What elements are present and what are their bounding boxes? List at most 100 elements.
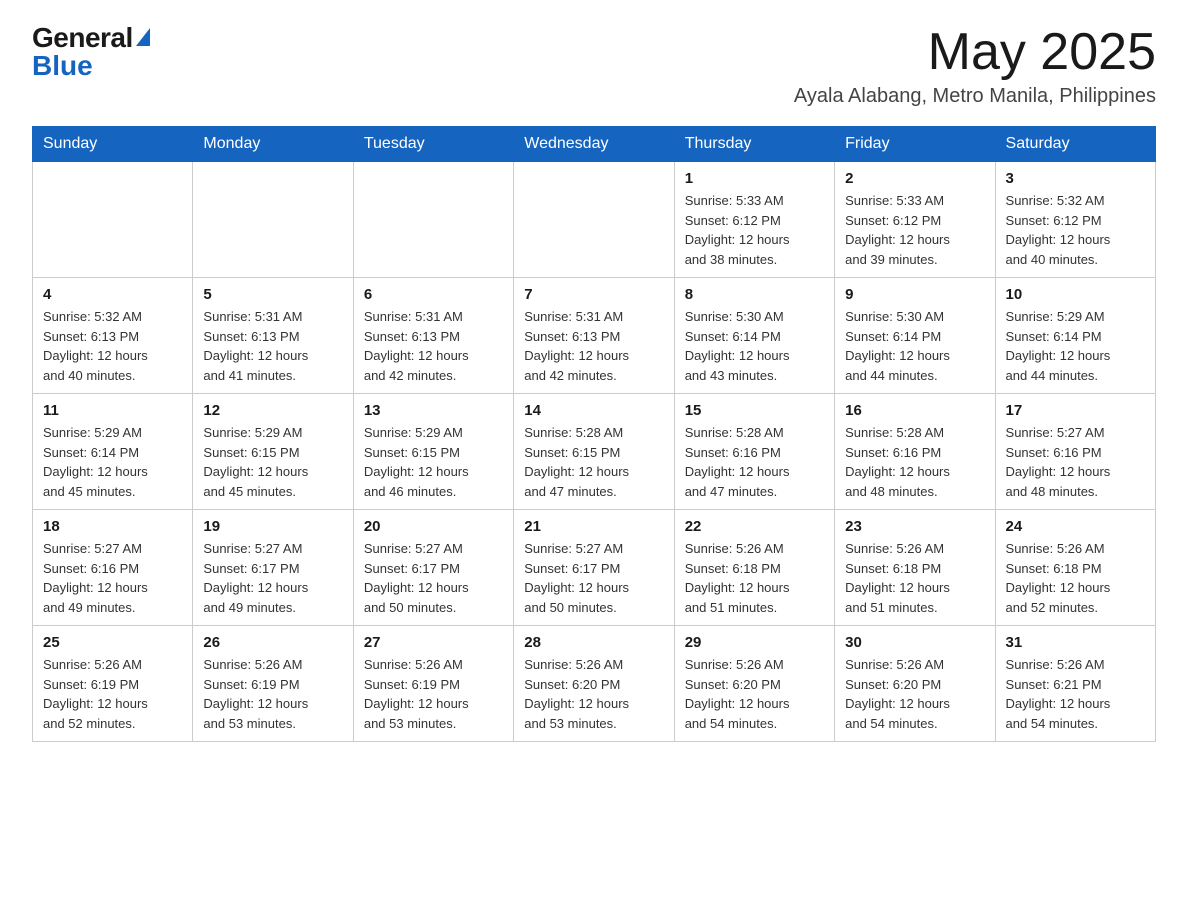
day-info: Sunrise: 5:27 AM Sunset: 6:16 PM Dayligh… xyxy=(1006,423,1145,501)
calendar-cell: 18 Sunrise: 5:27 AM Sunset: 6:16 PM Dayli… xyxy=(33,510,193,626)
day-info: Sunrise: 5:27 AM Sunset: 6:17 PM Dayligh… xyxy=(524,539,663,617)
day-number: 18 xyxy=(43,518,182,535)
day-info: Sunrise: 5:27 AM Sunset: 6:16 PM Dayligh… xyxy=(43,539,182,617)
day-number: 15 xyxy=(685,402,824,419)
calendar-cell: 25 Sunrise: 5:26 AM Sunset: 6:19 PM Dayli… xyxy=(33,626,193,742)
calendar-cell: 12Sunrise: 5:29 AM Sunset: 6:15 PM Dayli… xyxy=(193,394,353,510)
calendar-cell xyxy=(193,162,353,278)
day-number: 22 xyxy=(685,518,824,535)
calendar-week-row: 4Sunrise: 5:32 AM Sunset: 6:13 PM Daylig… xyxy=(33,278,1156,394)
logo-triangle-icon xyxy=(136,28,150,46)
day-info: Sunrise: 5:26 AM Sunset: 6:19 PM Dayligh… xyxy=(203,655,342,733)
day-number: 8 xyxy=(685,286,824,303)
calendar-header-friday: Friday xyxy=(835,127,995,162)
day-number: 27 xyxy=(364,634,503,651)
day-number: 6 xyxy=(364,286,503,303)
calendar-header-monday: Monday xyxy=(193,127,353,162)
day-number: 3 xyxy=(1006,170,1145,187)
day-info: Sunrise: 5:29 AM Sunset: 6:14 PM Dayligh… xyxy=(43,423,182,501)
logo: General Blue xyxy=(32,24,150,80)
day-number: 2 xyxy=(845,170,984,187)
day-number: 11 xyxy=(43,402,182,419)
calendar-table: SundayMondayTuesdayWednesdayThursdayFrid… xyxy=(32,126,1156,742)
page-header: General Blue May 2025 Ayala Alabang, Met… xyxy=(32,24,1156,108)
day-info: Sunrise: 5:31 AM Sunset: 6:13 PM Dayligh… xyxy=(524,307,663,385)
calendar-cell: 5 Sunrise: 5:31 AM Sunset: 6:13 PM Daylig… xyxy=(193,278,353,394)
day-info: Sunrise: 5:30 AM Sunset: 6:14 PM Dayligh… xyxy=(685,307,824,385)
calendar-cell: 28 Sunrise: 5:26 AM Sunset: 6:20 PM Dayli… xyxy=(514,626,674,742)
calendar-cell: 9 Sunrise: 5:30 AM Sunset: 6:14 PM Daylig… xyxy=(835,278,995,394)
calendar-header-saturday: Saturday xyxy=(995,127,1155,162)
day-info: Sunrise: 5:31 AM Sunset: 6:13 PM Dayligh… xyxy=(364,307,503,385)
calendar-cell: 1Sunrise: 5:33 AM Sunset: 6:12 PM Daylig… xyxy=(674,162,834,278)
day-info: Sunrise: 5:29 AM Sunset: 6:14 PM Dayligh… xyxy=(1006,307,1145,385)
calendar-cell: 17 Sunrise: 5:27 AM Sunset: 6:16 PM Dayli… xyxy=(995,394,1155,510)
day-number: 14 xyxy=(524,402,663,419)
calendar-cell: 31 Sunrise: 5:26 AM Sunset: 6:21 PM Dayli… xyxy=(995,626,1155,742)
day-info: Sunrise: 5:26 AM Sunset: 6:18 PM Dayligh… xyxy=(685,539,824,617)
month-year-title: May 2025 xyxy=(794,24,1156,81)
day-info: Sunrise: 5:27 AM Sunset: 6:17 PM Dayligh… xyxy=(203,539,342,617)
day-info: Sunrise: 5:26 AM Sunset: 6:20 PM Dayligh… xyxy=(685,655,824,733)
calendar-cell xyxy=(353,162,513,278)
calendar-header-sunday: Sunday xyxy=(33,127,193,162)
calendar-header-wednesday: Wednesday xyxy=(514,127,674,162)
calendar-week-row: 18 Sunrise: 5:27 AM Sunset: 6:16 PM Dayli… xyxy=(33,510,1156,626)
day-number: 25 xyxy=(43,634,182,651)
day-number: 9 xyxy=(845,286,984,303)
day-number: 20 xyxy=(364,518,503,535)
day-number: 1 xyxy=(685,170,824,187)
day-number: 13 xyxy=(364,402,503,419)
calendar-header-tuesday: Tuesday xyxy=(353,127,513,162)
day-number: 23 xyxy=(845,518,984,535)
day-number: 30 xyxy=(845,634,984,651)
day-number: 4 xyxy=(43,286,182,303)
calendar-cell: 26 Sunrise: 5:26 AM Sunset: 6:19 PM Dayli… xyxy=(193,626,353,742)
day-number: 21 xyxy=(524,518,663,535)
calendar-cell: 6 Sunrise: 5:31 AM Sunset: 6:13 PM Daylig… xyxy=(353,278,513,394)
calendar-cell: 13 Sunrise: 5:29 AM Sunset: 6:15 PM Dayli… xyxy=(353,394,513,510)
day-number: 28 xyxy=(524,634,663,651)
day-info: Sunrise: 5:26 AM Sunset: 6:18 PM Dayligh… xyxy=(1006,539,1145,617)
calendar-cell: 8 Sunrise: 5:30 AM Sunset: 6:14 PM Daylig… xyxy=(674,278,834,394)
calendar-cell: 27Sunrise: 5:26 AM Sunset: 6:19 PM Dayli… xyxy=(353,626,513,742)
calendar-cell: 7 Sunrise: 5:31 AM Sunset: 6:13 PM Daylig… xyxy=(514,278,674,394)
day-info: Sunrise: 5:33 AM Sunset: 6:12 PM Dayligh… xyxy=(845,191,984,269)
day-info: Sunrise: 5:26 AM Sunset: 6:20 PM Dayligh… xyxy=(524,655,663,733)
day-info: Sunrise: 5:28 AM Sunset: 6:16 PM Dayligh… xyxy=(685,423,824,501)
calendar-cell: 14 Sunrise: 5:28 AM Sunset: 6:15 PM Dayli… xyxy=(514,394,674,510)
day-info: Sunrise: 5:31 AM Sunset: 6:13 PM Dayligh… xyxy=(203,307,342,385)
day-info: Sunrise: 5:30 AM Sunset: 6:14 PM Dayligh… xyxy=(845,307,984,385)
calendar-week-row: 1 Sunrise: 5:33 AM Sunset: 6:12 PM Daylig… xyxy=(33,162,1156,278)
calendar-cell: 2 Sunrise: 5:33 AM Sunset: 6:12 PM Daylig… xyxy=(835,162,995,278)
day-number: 19 xyxy=(203,518,342,535)
day-number: 5 xyxy=(203,286,342,303)
day-number: 26 xyxy=(203,634,342,651)
day-info: Sunrise: 5:29 AM Sunset: 6:15 PM Dayligh… xyxy=(364,423,503,501)
calendar-cell: 20 Sunrise: 5:27 AM Sunset: 6:17 PM Dayli… xyxy=(353,510,513,626)
day-info: Sunrise: 5:26 AM Sunset: 6:19 PM Dayligh… xyxy=(43,655,182,733)
calendar-header-thursday: Thursday xyxy=(674,127,834,162)
calendar-header-row: SundayMondayTuesdayWednesdayThursdayFrid… xyxy=(33,127,1156,162)
calendar-cell: 24 Sunrise: 5:26 AM Sunset: 6:18 PM Dayli… xyxy=(995,510,1155,626)
day-number: 29 xyxy=(685,634,824,651)
day-info: Sunrise: 5:27 AM Sunset: 6:17 PM Dayligh… xyxy=(364,539,503,617)
calendar-week-row: 25 Sunrise: 5:26 AM Sunset: 6:19 PM Dayli… xyxy=(33,626,1156,742)
calendar-cell xyxy=(33,162,193,278)
day-number: 7 xyxy=(524,286,663,303)
calendar-week-row: 11 Sunrise: 5:29 AM Sunset: 6:14 PM Dayli… xyxy=(33,394,1156,510)
logo-blue-text: Blue xyxy=(32,52,93,80)
day-info: Sunrise: 5:26 AM Sunset: 6:20 PM Dayligh… xyxy=(845,655,984,733)
day-number: 24 xyxy=(1006,518,1145,535)
day-number: 31 xyxy=(1006,634,1145,651)
day-info: Sunrise: 5:28 AM Sunset: 6:16 PM Dayligh… xyxy=(845,423,984,501)
calendar-cell xyxy=(514,162,674,278)
location-title: Ayala Alabang, Metro Manila, Philippines xyxy=(794,85,1156,108)
day-number: 17 xyxy=(1006,402,1145,419)
calendar-cell: 21 Sunrise: 5:27 AM Sunset: 6:17 PM Dayli… xyxy=(514,510,674,626)
day-number: 12 xyxy=(203,402,342,419)
day-info: Sunrise: 5:26 AM Sunset: 6:21 PM Dayligh… xyxy=(1006,655,1145,733)
calendar-cell: 11 Sunrise: 5:29 AM Sunset: 6:14 PM Dayli… xyxy=(33,394,193,510)
day-info: Sunrise: 5:26 AM Sunset: 6:18 PM Dayligh… xyxy=(845,539,984,617)
day-info: Sunrise: 5:28 AM Sunset: 6:15 PM Dayligh… xyxy=(524,423,663,501)
